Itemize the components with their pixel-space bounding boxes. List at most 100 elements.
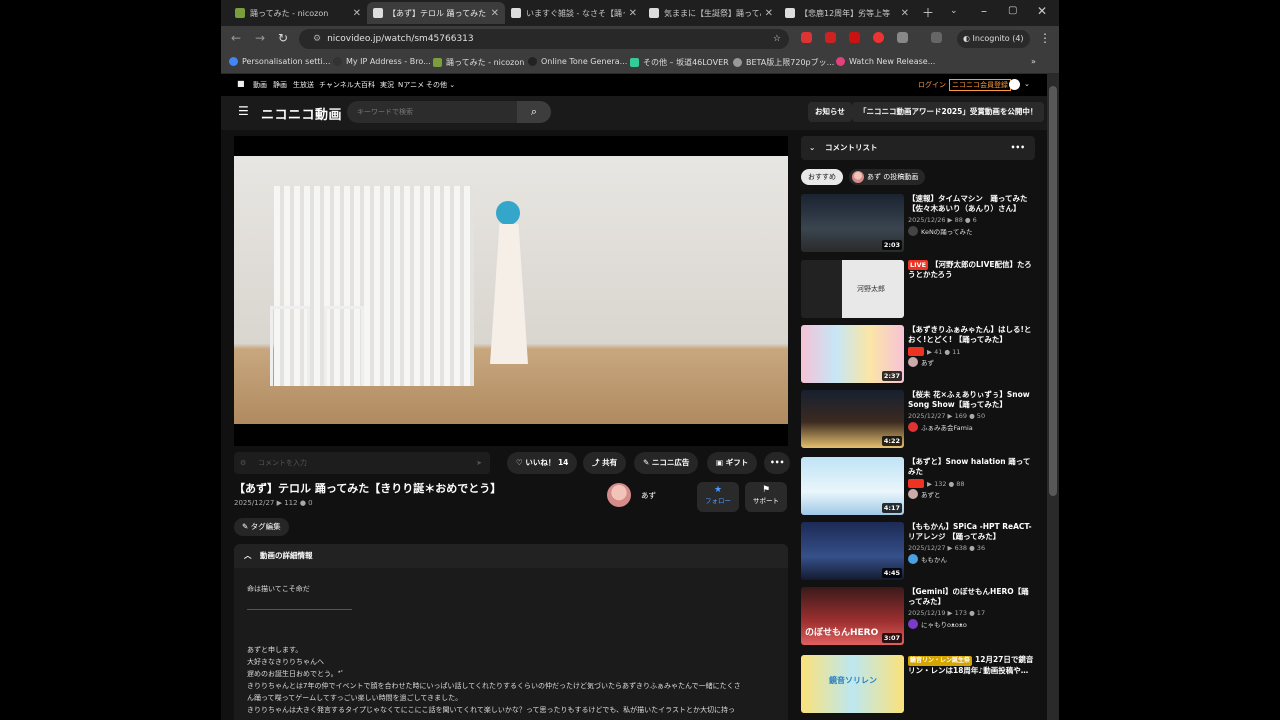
niconico-logo-icon[interactable]: ■: [237, 79, 245, 88]
video-thumbnail[interactable]: 4:17: [801, 457, 904, 515]
comment-list-header[interactable]: ⌄ コメントリスト •••: [801, 136, 1035, 160]
chip-owner-videos[interactable]: あず の投稿動画: [849, 169, 926, 185]
owner-name[interactable]: あず: [641, 490, 656, 501]
comment-input[interactable]: ⚙ コメントを入力 ➤: [234, 452, 490, 474]
login-link[interactable]: ログイン: [918, 80, 946, 90]
video-thumbnail[interactable]: 鏡音ソリレン: [801, 655, 904, 713]
video-thumbnail[interactable]: 河野太郎: [801, 260, 904, 318]
bookmark-item[interactable]: Personalisation setti...: [229, 57, 330, 66]
new-tab-icon[interactable]: ＋: [922, 4, 934, 21]
item-owner[interactable]: あず: [908, 357, 934, 367]
award-banner-button[interactable]: 「ニコニコ動画アワード2025」受賞動画を公開中！: [852, 102, 1045, 122]
list-item[interactable]: 鏡音ソリレン 鏡音リン・レン誕生祭 12月27日で鏡音リン・レンは18周年♪動画投…: [801, 655, 1035, 715]
reload-icon[interactable]: ↻: [278, 31, 288, 45]
item-owner[interactable]: あずと: [908, 489, 941, 499]
comment-settings-icon[interactable]: ⚙: [240, 452, 246, 474]
site-logo[interactable]: ニコニコ動画: [261, 104, 342, 123]
nav-nanime[interactable]: Nアニメ: [398, 80, 424, 90]
bookmark-star-icon[interactable]: ☆: [773, 29, 781, 49]
video-thumbnail[interactable]: のぼせもんHERO 3:07: [801, 587, 904, 645]
nav-jikkyo[interactable]: 実況: [380, 80, 394, 90]
item-owner[interactable]: ふぁみあ会Famia: [908, 422, 973, 432]
register-link[interactable]: ニコニコ会員登録: [949, 79, 1011, 91]
nav-live[interactable]: 生放送: [293, 80, 314, 90]
tag-edit-button[interactable]: ✎ タグ編集: [234, 518, 289, 536]
video-thumbnail[interactable]: 4:22: [801, 390, 904, 448]
more-options-icon[interactable]: •••: [1011, 136, 1025, 160]
more-actions-button[interactable]: •••: [764, 452, 791, 474]
list-item[interactable]: のぼせもんHERO 3:07 【Gemini】のぼせもんHERO【踊ってみた】 …: [801, 587, 1035, 647]
browser-tab[interactable]: いますぐ雑談 - なさそ【踊って ✕: [505, 2, 643, 24]
more-bookmarks-icon[interactable]: »: [1031, 57, 1036, 66]
search-button[interactable]: ⌕: [517, 101, 551, 123]
address-bar[interactable]: ⚙ nicovideo.jp/watch/sm45766313 ☆: [299, 29, 789, 49]
maximize-icon[interactable]: ▢: [1008, 5, 1017, 16]
tab-search-icon[interactable]: ⌄: [950, 6, 958, 16]
close-tab-icon[interactable]: ✕: [491, 8, 499, 19]
forward-icon[interactable]: →: [255, 31, 265, 45]
nav-other[interactable]: その他 ⌄: [426, 80, 455, 90]
browser-tab-active[interactable]: 【あず】テロル 踊ってみた ✕: [367, 2, 505, 24]
video-player[interactable]: [234, 136, 788, 446]
nav-seiga[interactable]: 静画: [273, 80, 287, 90]
notice-button[interactable]: お知らせ: [808, 102, 852, 122]
extension-icon[interactable]: [825, 32, 836, 43]
browser-menu-icon[interactable]: ⋮: [1039, 31, 1051, 45]
item-owner[interactable]: にゃもりoᴥoᴥo: [908, 619, 967, 629]
browser-tab[interactable]: 気ままに【生誕祭】踊ってみ ✕: [643, 2, 779, 24]
item-owner[interactable]: KeNの踊ってみた: [908, 226, 972, 236]
browser-tab[interactable]: 踊ってみた - nicozon ✕: [229, 2, 367, 24]
extension-icon[interactable]: [801, 32, 812, 43]
list-item[interactable]: 2:03 【速報】タイムマシン 踊ってみた【佐々木あいり（あんり）さん】 202…: [801, 194, 1035, 254]
support-button[interactable]: ⚑ サポート: [745, 482, 787, 512]
account-menu-chevron-icon[interactable]: ⌄: [1024, 80, 1030, 88]
extension-icon[interactable]: [873, 32, 884, 43]
close-tab-icon[interactable]: ✕: [765, 8, 773, 19]
bookmark-item[interactable]: My IP Address - Bro...: [333, 57, 431, 66]
list-item[interactable]: 河野太郎 LIVE 【河野太郎のLIVE配信】たろうとかたろう: [801, 260, 1035, 320]
page-scrollbar[interactable]: [1047, 74, 1059, 720]
scrollbar-thumb[interactable]: [1049, 86, 1057, 496]
edit-icon: ✎: [242, 522, 251, 531]
bookmark-item[interactable]: Watch New Release...: [836, 57, 935, 66]
list-item[interactable]: 2:37 【あずきりふぁみゃたん】はしる!とおく!とどく! 【踊ってみた】 ▶ …: [801, 325, 1035, 385]
send-comment-icon[interactable]: ➤: [476, 452, 482, 474]
follow-button[interactable]: ★ フォロー: [697, 482, 739, 512]
video-thumbnail[interactable]: 4:45: [801, 522, 904, 580]
list-item[interactable]: 4:22 【桜未 花×ふぇありぃずぅ】Snow Song Show【踊ってみた】…: [801, 390, 1035, 450]
list-item[interactable]: 4:45 【ももかん】SPiCa -HPT ReACT- リアレンジ 【踊ってみ…: [801, 522, 1035, 582]
bookmark-item[interactable]: Online Tone Genera...: [528, 57, 627, 66]
close-tab-icon[interactable]: ✕: [901, 8, 909, 19]
browser-tab[interactable]: 【悲鹿12周年】劣等上等 ✕: [779, 2, 915, 24]
media-control-icon[interactable]: [931, 32, 942, 43]
item-owner[interactable]: ももかん: [908, 554, 947, 564]
nav-dictionary[interactable]: 大百科: [354, 80, 375, 90]
incognito-indicator[interactable]: ◐ Incognito (4): [957, 30, 1030, 48]
nav-channel[interactable]: チャンネル: [319, 80, 354, 90]
bookmark-item[interactable]: その他 – 坂道46LOVER: [630, 57, 729, 68]
bookmark-item[interactable]: BETA版上限720pブッ...: [733, 57, 834, 68]
close-tab-icon[interactable]: ✕: [629, 8, 637, 19]
video-thumbnail[interactable]: 2:03: [801, 194, 904, 252]
nicoad-button[interactable]: ✎ ニコニ広告: [634, 452, 699, 474]
owner-avatar[interactable]: [607, 483, 631, 507]
details-header[interactable]: ︿ 動画の詳細情報: [234, 544, 788, 568]
account-avatar-icon[interactable]: [1009, 79, 1020, 90]
chip-recommended[interactable]: おすすめ: [801, 169, 843, 185]
gift-button[interactable]: ▣ ギフト: [707, 452, 758, 474]
back-icon[interactable]: ←: [231, 31, 241, 45]
site-info-icon[interactable]: ⚙: [313, 34, 321, 44]
video-thumbnail[interactable]: 2:37: [801, 325, 904, 383]
like-button[interactable]: ♡ いいね！ 14: [507, 452, 578, 474]
hamburger-menu-icon[interactable]: ☰: [238, 104, 249, 118]
list-item[interactable]: 4:17 【あずと】Snow halation 踊ってみた ▶ 132 ● 88…: [801, 457, 1035, 517]
share-button[interactable]: ⤴ 共有: [583, 452, 627, 474]
bookmark-item[interactable]: 踊ってみた - nicozon: [433, 57, 524, 68]
minimize-icon[interactable]: –: [981, 4, 987, 18]
video-frame[interactable]: [234, 156, 788, 424]
close-tab-icon[interactable]: ✕: [353, 8, 361, 19]
close-window-icon[interactable]: ✕: [1037, 4, 1047, 18]
extensions-puzzle-icon[interactable]: [897, 32, 908, 43]
extension-icon[interactable]: [849, 32, 860, 43]
nav-douga[interactable]: 動画: [253, 80, 267, 90]
